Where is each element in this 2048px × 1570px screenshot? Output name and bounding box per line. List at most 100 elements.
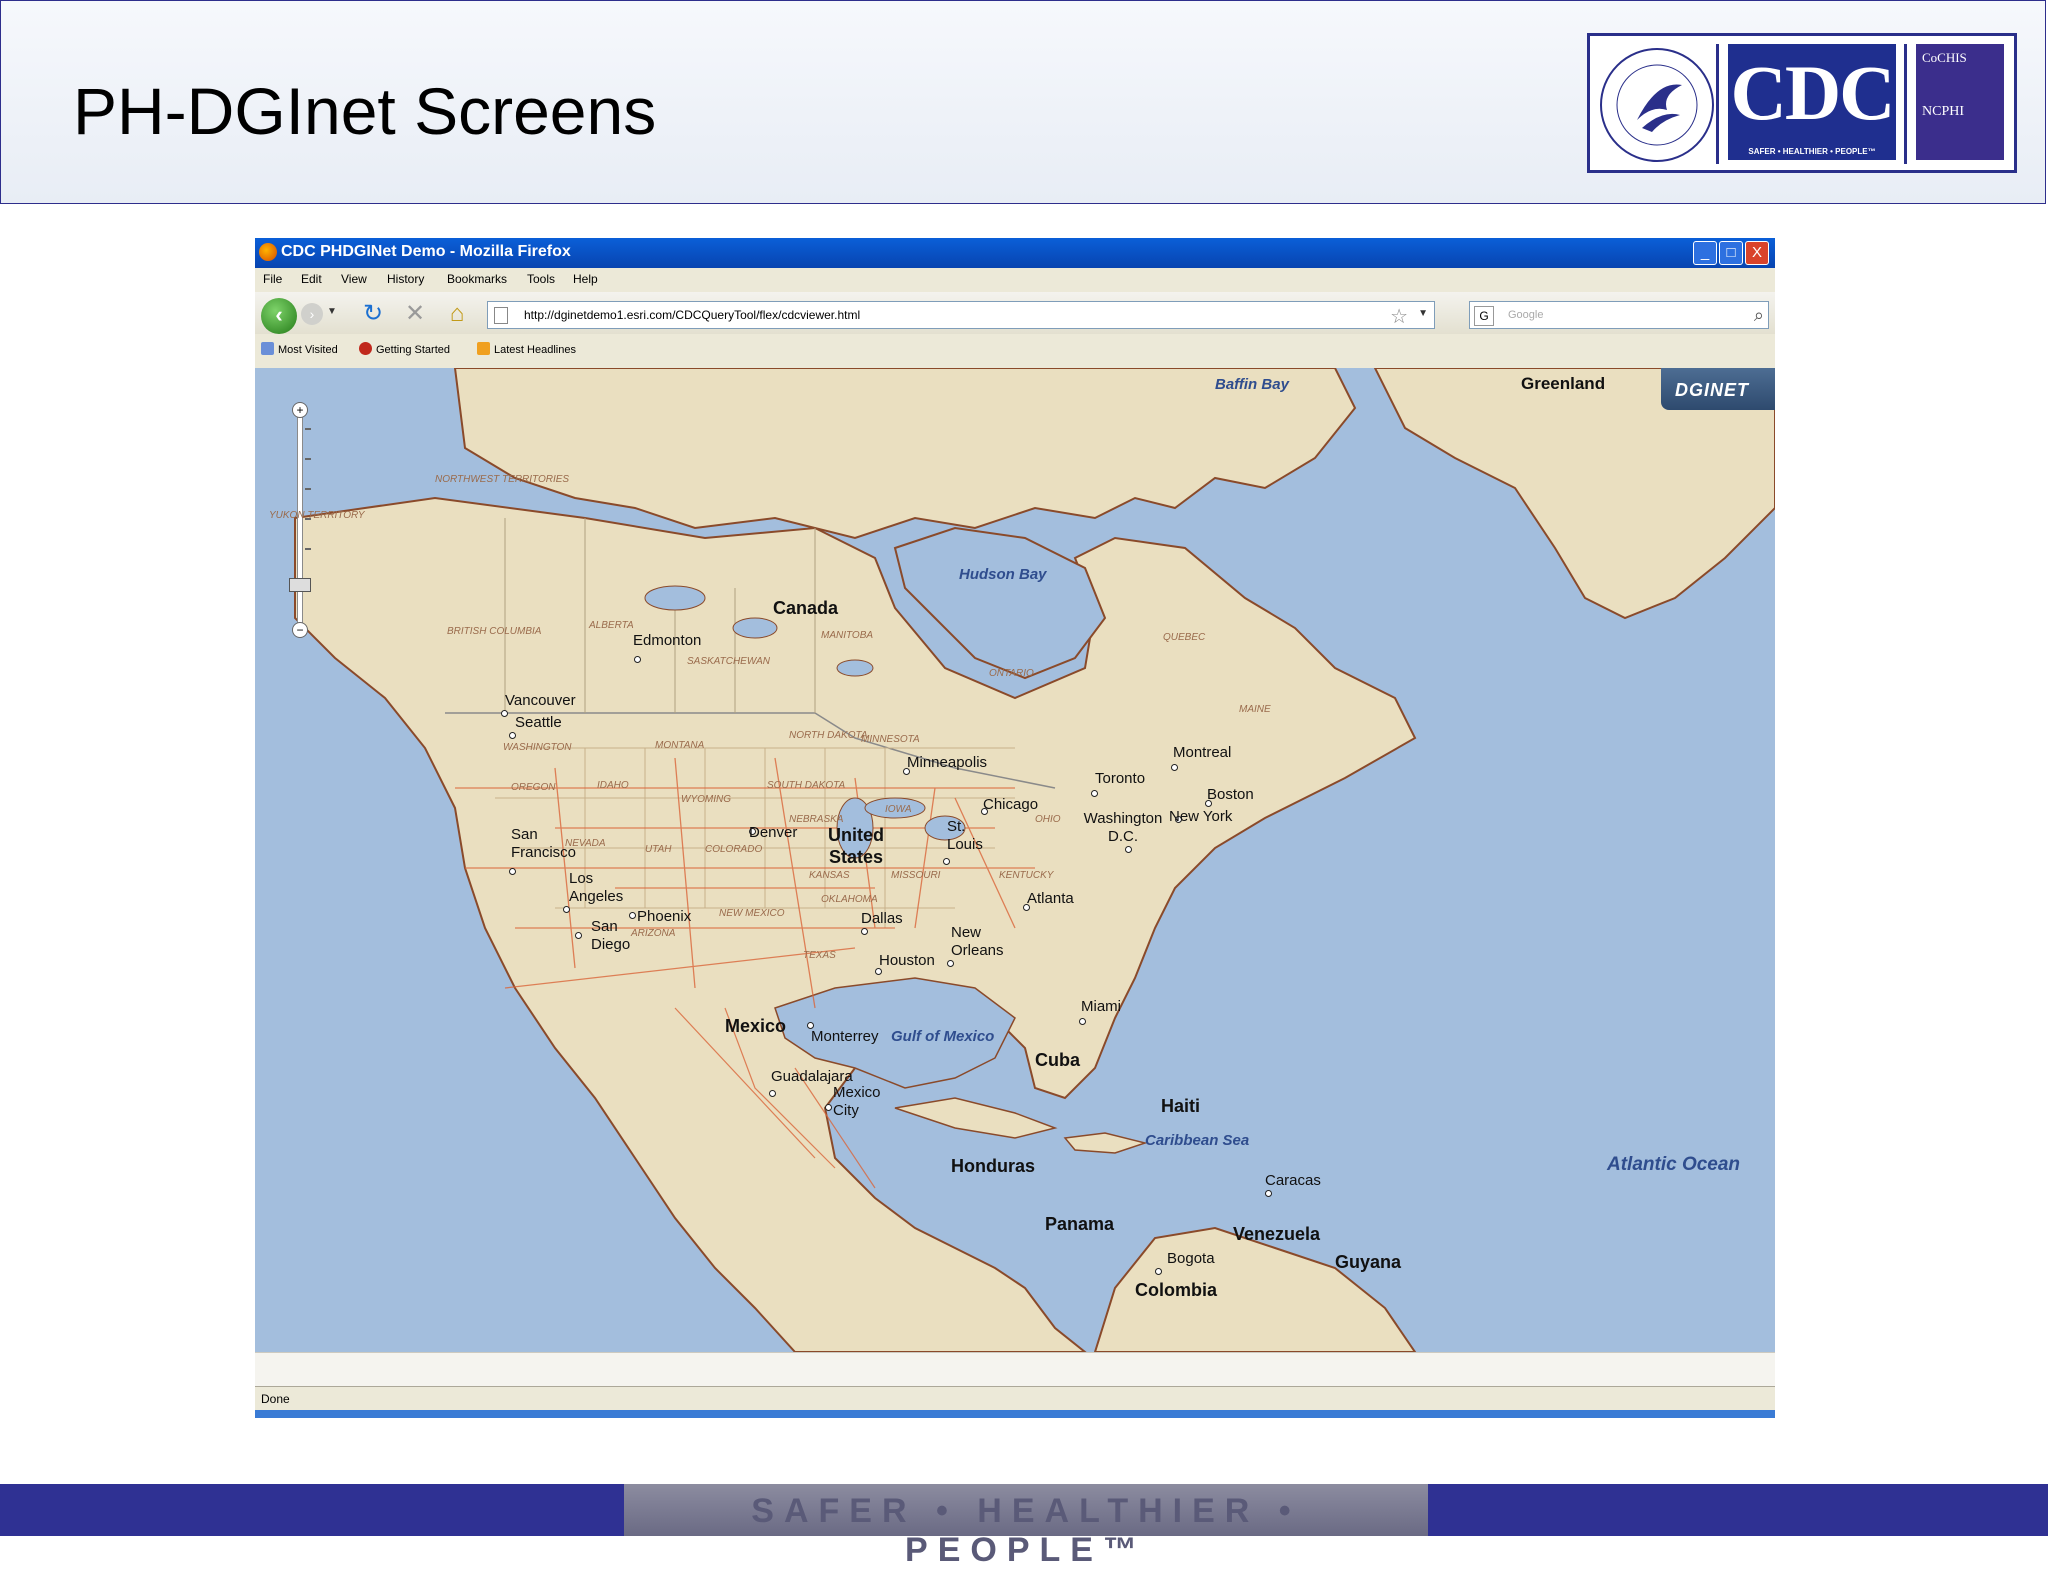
url-text: http://dginetdemo1.esri.com/CDCQueryTool… [524,308,861,322]
city-marker-san-francisco[interactable] [509,868,516,875]
bookmark-getting-started[interactable]: Getting Started [359,342,450,356]
city-label-san-diego: San Diego [591,918,631,953]
city-marker-toronto[interactable] [1091,790,1098,797]
map-label-haiti: Haiti [1161,1096,1201,1116]
window-title: CDC PHDGINet Demo - Mozilla Firefox [281,243,571,260]
bookmark-latest-headlines[interactable]: Latest Headlines [477,342,576,356]
map-label-region: MAINE [1239,704,1271,715]
city-marker-miami[interactable] [1079,1018,1086,1025]
forward-button[interactable]: › [301,303,323,325]
city-marker-phoenix[interactable] [629,912,636,919]
map-label-region: MONTANA [655,740,705,751]
city-marker-new-orleans[interactable] [947,960,954,967]
dginet-logo: DGINET [1661,368,1775,410]
hhs-seal-icon [1600,48,1714,162]
history-dropdown-icon[interactable]: ▼ [327,306,337,317]
bookmark-star-icon[interactable]: ☆ [1390,304,1408,329]
map-label-region: WASHINGTON [503,742,572,753]
menu-view[interactable]: View [341,272,367,286]
home-icon[interactable]: ⌂ [443,300,471,328]
map-label-region: MANITOBA [821,630,874,641]
menu-tools[interactable]: Tools [527,272,555,286]
city-label-caracas: Caracas [1265,1172,1321,1189]
city-marker-mexico-city[interactable] [825,1104,832,1111]
maximize-button[interactable]: □ [1719,241,1743,265]
menu-history[interactable]: History [387,272,424,286]
map-label-region: OHIO [1035,814,1061,825]
map-label-venezuela: Venezuela [1233,1224,1321,1244]
city-marker-houston[interactable] [875,968,882,975]
city-label-mexico-city: Mexico City [833,1084,881,1119]
map-label-region: MISSOURI [891,870,941,881]
city-marker-st-louis[interactable] [943,858,950,865]
city-marker-seattle[interactable] [509,732,516,739]
city-label-new-york: New York [1169,808,1233,825]
menu-bookmarks[interactable]: Bookmarks [447,272,507,286]
menu-file[interactable]: File [263,272,282,286]
city-label-phoenix: Phoenix [637,908,692,925]
map-label-gulf-of-mexico: Gulf of Mexico [891,1028,995,1045]
map-label-region: SOUTH DAKOTA [767,780,846,791]
city-marker-bogota[interactable] [1155,1268,1162,1275]
menu-edit[interactable]: Edit [301,272,322,286]
zoom-tick [305,428,311,430]
city-label-washington-dc: Washington D.C. [1083,810,1163,845]
minimize-button[interactable]: _ [1693,241,1717,265]
city-marker-san-diego[interactable] [575,932,582,939]
reload-icon[interactable]: ↻ [359,300,387,328]
slide-footer: SAFER • HEALTHIER • PEOPLE™ [0,1484,2048,1569]
search-bar[interactable]: G Google ⌕ [1469,301,1769,329]
browser-window: CDC PHDGINet Demo - Mozilla Firefox _ □ … [255,238,1775,1418]
cocheis-label: CoCHIS [1922,50,1967,65]
city-label-st-louis: St. Louis [947,818,983,853]
zoom-slider-thumb[interactable] [289,578,311,592]
close-button[interactable]: X [1745,241,1769,265]
map-label-region: OREGON [511,782,556,793]
search-placeholder: Google [1508,309,1544,321]
bookmark-most-visited[interactable]: Most Visited [261,342,338,356]
cdc-tagline: SAFER • HEALTHIER • PEOPLE™ [1748,147,1876,156]
map-label-guyana: Guyana [1335,1252,1402,1272]
map-label-region: NORTHWEST TERRITORIES [435,474,570,485]
city-label-denver: Denver [749,824,798,841]
map-label-panama: Panama [1045,1214,1115,1234]
city-marker-edmonton[interactable] [634,656,641,663]
city-label-montreal: Montreal [1173,744,1232,761]
map-label-region: COLORADO [705,844,763,855]
back-button[interactable]: ‹ [261,298,297,334]
firefox-bookmark-icon [359,342,372,355]
map-label-atlantic-ocean: Atlantic Ocean [1607,1154,1741,1175]
taskbar-edge [255,1410,1775,1418]
status-bar: Done [255,1386,1775,1411]
menu-help[interactable]: Help [573,272,598,286]
city-marker-washington-dc[interactable] [1125,846,1132,853]
ncphi-label: NCPHI [1922,104,1965,119]
city-marker-vancouver[interactable] [501,710,508,717]
map-label-region: YUKON TERRITORY [269,510,365,521]
bookmarks-toolbar: Most Visited Getting Started Latest Head… [255,334,1775,364]
city-marker-dallas[interactable] [861,928,868,935]
zoom-in-button[interactable]: + [292,402,308,418]
city-label-minneapolis: Minneapolis [907,754,988,771]
search-icon[interactable]: ⌕ [1754,305,1764,326]
search-engine-icon[interactable]: G [1474,306,1494,326]
city-marker-montreal[interactable] [1171,764,1178,771]
url-dropdown-icon[interactable]: ▼ [1418,308,1428,319]
bookmark-label: Most Visited [278,344,338,356]
logo-divider [1904,44,1907,164]
ncphi-block: CoCHIS NCPHI [1916,44,2004,160]
dginet-label: DGINET [1675,380,1750,400]
map-label-region: IDAHO [597,780,629,791]
zoom-out-button[interactable]: − [292,622,308,638]
window-titlebar[interactable]: CDC PHDGINet Demo - Mozilla Firefox _ □ … [255,238,1775,268]
city-marker-guadalajara[interactable] [769,1090,776,1097]
url-bar[interactable]: http://dginetdemo1.esri.com/CDCQueryTool… [487,301,1435,329]
menu-bar: File Edit View History Bookmarks Tools H… [255,268,1775,292]
map-viewport[interactable]: + − DGINET Canada United States Mexico G… [255,368,1775,1352]
city-marker-los-angeles[interactable] [563,906,570,913]
city-marker-caracas[interactable] [1265,1190,1272,1197]
stop-icon[interactable]: ✕ [401,300,429,328]
status-text: Done [261,1392,290,1406]
city-label-houston: Houston [879,952,935,969]
cdc-text: CDC [1730,49,1896,136]
